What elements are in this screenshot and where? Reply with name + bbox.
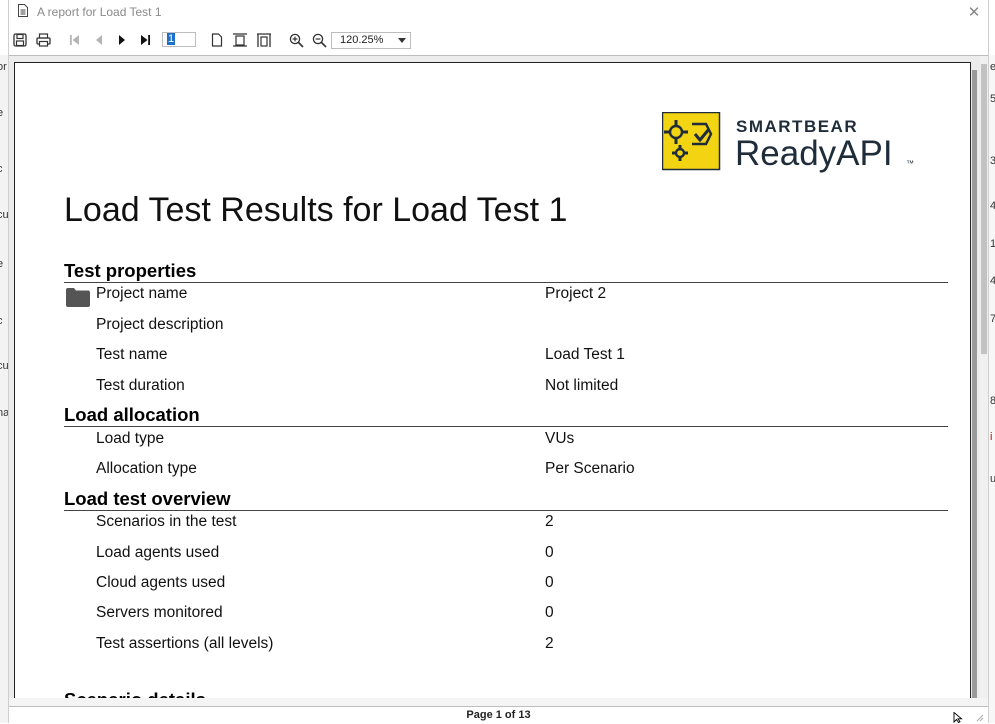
zoom-level-select[interactable]: 120.25% — [331, 32, 411, 49]
first-page-icon — [70, 35, 79, 45]
last-page-button[interactable] — [136, 31, 154, 49]
row-label-test-duration: Test duration — [96, 377, 185, 394]
page-shadow — [972, 70, 977, 699]
smartbear-readyapi-logo: SMARTBEAR ReadyAPI ™ — [662, 112, 914, 173]
close-icon: ✕ — [967, 4, 981, 21]
horizontal-scrollbar[interactable] — [9, 698, 988, 706]
row-value-project-name: Project 2 — [545, 285, 607, 302]
bg-fragment: 5 — [990, 93, 995, 105]
page-number-input[interactable]: 1 — [162, 32, 196, 47]
bg-fragment: 3 — [990, 155, 995, 167]
bg-fragment: u — [990, 473, 995, 485]
vertical-scrollbar-thumb[interactable] — [981, 64, 987, 354]
row-label-load-agents: Load agents used — [96, 544, 220, 561]
row-label-cloud-agents: Cloud agents used — [96, 574, 226, 591]
page-width-button[interactable] — [231, 31, 249, 49]
report-page: SMARTBEAR ReadyAPI ™ Load Test Results f… — [14, 62, 971, 699]
page-width-icon — [233, 33, 247, 47]
status-bar: Page 1 of 13 — [9, 706, 988, 724]
last-page-icon — [141, 35, 150, 45]
bg-fragment: 4 — [990, 275, 995, 287]
document-icon — [18, 4, 28, 17]
zoom-out-button[interactable] — [310, 31, 328, 49]
window-title: A report for Load Test 1 — [37, 5, 162, 19]
row-label-test-assertions: Test assertions (all levels) — [96, 635, 274, 652]
bg-fragment: 1 — [990, 238, 995, 250]
vertical-scrollbar[interactable] — [980, 56, 988, 699]
single-page-view-icon — [211, 33, 223, 47]
chevron-down-icon — [398, 38, 406, 43]
zoom-out-icon — [312, 33, 327, 48]
resize-grip-icon[interactable] — [974, 712, 984, 722]
page-indicator: Page 1 of 13 — [466, 709, 531, 721]
bg-fragment: e — [990, 61, 995, 73]
row-label-scenarios: Scenarios in the test — [96, 513, 237, 530]
whole-page-icon — [257, 33, 271, 47]
logo-trademark: ™ — [906, 159, 914, 168]
section-heading-load-allocation: Load allocation — [64, 404, 948, 427]
whole-page-button[interactable] — [255, 31, 273, 49]
print-button[interactable] — [34, 31, 52, 49]
previous-page-button[interactable] — [90, 31, 108, 49]
bg-fragment: 8 — [990, 395, 995, 407]
section-heading-test-properties: Test properties — [64, 260, 948, 283]
row-value-allocation-type: Per Scenario — [545, 460, 635, 477]
zoom-in-icon — [289, 33, 304, 48]
row-value-scenarios: 2 — [545, 513, 554, 530]
mouse-cursor-icon — [953, 712, 963, 723]
row-value-load-type: VUs — [545, 430, 575, 447]
report-window: A report for Load Test 1 ✕ 1 120.25% SMA… — [8, 0, 989, 724]
bg-fragment: na — [0, 407, 8, 419]
section-heading-load-test-overview: Load test overview — [64, 488, 948, 511]
single-page-view-button[interactable] — [208, 31, 226, 49]
print-icon — [35, 33, 51, 47]
bg-fragment: e — [0, 258, 4, 270]
row-label-test-name: Test name — [96, 346, 168, 363]
row-value-servers-monitored: 0 — [545, 604, 554, 621]
folder-icon — [66, 288, 90, 307]
row-label-servers-monitored: Servers monitored — [96, 604, 223, 621]
bg-fragment: c — [0, 315, 3, 327]
bg-fragment: cu — [0, 209, 8, 221]
bg-fragment: cu — [0, 360, 8, 372]
row-value-load-agents: 0 — [545, 544, 554, 561]
bg-fragment: i — [990, 431, 993, 443]
background-app-right-edge: e 5 3 4 1 4 7 8 i u — [989, 55, 995, 723]
bg-fragment: 7 — [990, 313, 995, 325]
previous-page-icon — [96, 35, 102, 45]
report-title: Load Test Results for Load Test 1 — [64, 191, 568, 229]
page-number-value: 1 — [167, 33, 176, 45]
save-button[interactable] — [11, 31, 29, 49]
close-button[interactable]: ✕ — [964, 2, 984, 22]
row-label-load-type: Load type — [96, 430, 165, 447]
bg-fragment: c — [0, 163, 3, 175]
toolbar: 1 120.25% — [9, 28, 988, 54]
background-app-left-edge: or e c cu e c cu na — [0, 55, 8, 723]
row-label-project-description: Project description — [96, 316, 224, 333]
row-value-cloud-agents: 0 — [545, 574, 554, 591]
zoom-level-value: 120.25% — [340, 34, 384, 46]
first-page-button[interactable] — [66, 31, 84, 49]
row-label-allocation-type: Allocation type — [96, 460, 197, 477]
next-page-button[interactable] — [113, 31, 131, 49]
bg-fragment: e — [0, 107, 4, 119]
row-value-test-assertions: 2 — [545, 635, 554, 652]
logo-brand-main: ReadyAPI — [735, 134, 893, 173]
row-label-project-name: Project name — [96, 285, 188, 302]
report-viewer: SMARTBEAR ReadyAPI ™ Load Test Results f… — [9, 55, 988, 699]
title-bar: A report for Load Test 1 ✕ — [9, 0, 988, 24]
bg-fragment: 4 — [990, 200, 995, 212]
zoom-in-button[interactable] — [287, 31, 305, 49]
next-page-icon — [119, 35, 125, 45]
save-icon — [13, 33, 27, 47]
row-value-test-name: Load Test 1 — [545, 346, 625, 363]
bg-fragment: or — [0, 61, 7, 73]
row-value-test-duration: Not limited — [545, 377, 619, 394]
